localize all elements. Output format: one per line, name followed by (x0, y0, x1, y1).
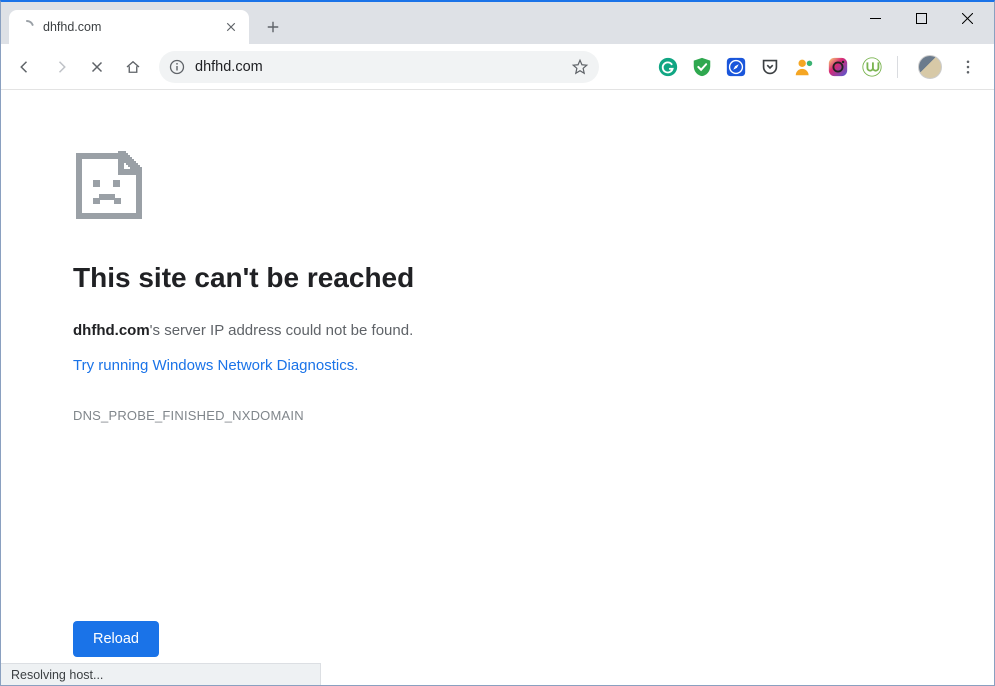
window-controls (852, 2, 990, 34)
instagram-ext-icon[interactable] (827, 56, 849, 78)
url-input[interactable] (195, 59, 561, 75)
tab-close-icon[interactable] (223, 19, 239, 35)
window-close-button[interactable] (944, 2, 990, 34)
address-bar[interactable] (159, 51, 599, 83)
diagnostics-period: . (354, 357, 358, 374)
adguard-icon[interactable] (691, 56, 713, 78)
browser-tab[interactable]: dhfhd.com (9, 10, 249, 44)
diagnostics-row: Try running Windows Network Diagnostics. (73, 357, 994, 408)
forward-button[interactable] (45, 51, 77, 83)
error-message: dhfhd.com's server IP address could not … (73, 322, 994, 339)
home-button[interactable] (117, 51, 149, 83)
error-domain: dhfhd.com (73, 322, 150, 339)
browser-menu-button[interactable] (954, 53, 982, 81)
error-code: DNS_PROBE_FINISHED_NXDOMAIN (73, 408, 994, 423)
page-content: This site can't be reached dhfhd.com's s… (1, 90, 994, 685)
new-tab-button[interactable] (259, 13, 287, 41)
person-ext-icon[interactable] (793, 56, 815, 78)
diagnostics-link[interactable]: Try running Windows Network Diagnostics (73, 357, 354, 374)
extension-separator (897, 56, 898, 78)
error-page-icon (73, 150, 145, 222)
grammarly-icon[interactable] (657, 56, 679, 78)
stop-button[interactable] (81, 51, 113, 83)
error-heading: This site can't be reached (73, 262, 994, 294)
utorrent-ext-icon[interactable] (861, 56, 883, 78)
window-minimize-button[interactable] (852, 2, 898, 34)
bookmark-star-icon[interactable] (571, 58, 589, 76)
toolbar (1, 44, 994, 90)
profile-avatar[interactable] (918, 55, 942, 79)
window-maximize-button[interactable] (898, 2, 944, 34)
safari-ext-icon[interactable] (725, 56, 747, 78)
pocket-icon[interactable] (759, 56, 781, 78)
titlebar: dhfhd.com (1, 2, 994, 44)
site-info-icon[interactable] (169, 59, 185, 75)
status-text: Resolving host... (11, 668, 103, 682)
tab-loading-spinner-icon (19, 19, 35, 35)
status-bar: Resolving host... (1, 663, 321, 685)
error-message-suffix: 's server IP address could not be found. (150, 322, 414, 339)
back-button[interactable] (9, 51, 41, 83)
tab-title: dhfhd.com (43, 20, 215, 34)
extensions-area (657, 53, 986, 81)
reload-button[interactable]: Reload (73, 621, 159, 657)
